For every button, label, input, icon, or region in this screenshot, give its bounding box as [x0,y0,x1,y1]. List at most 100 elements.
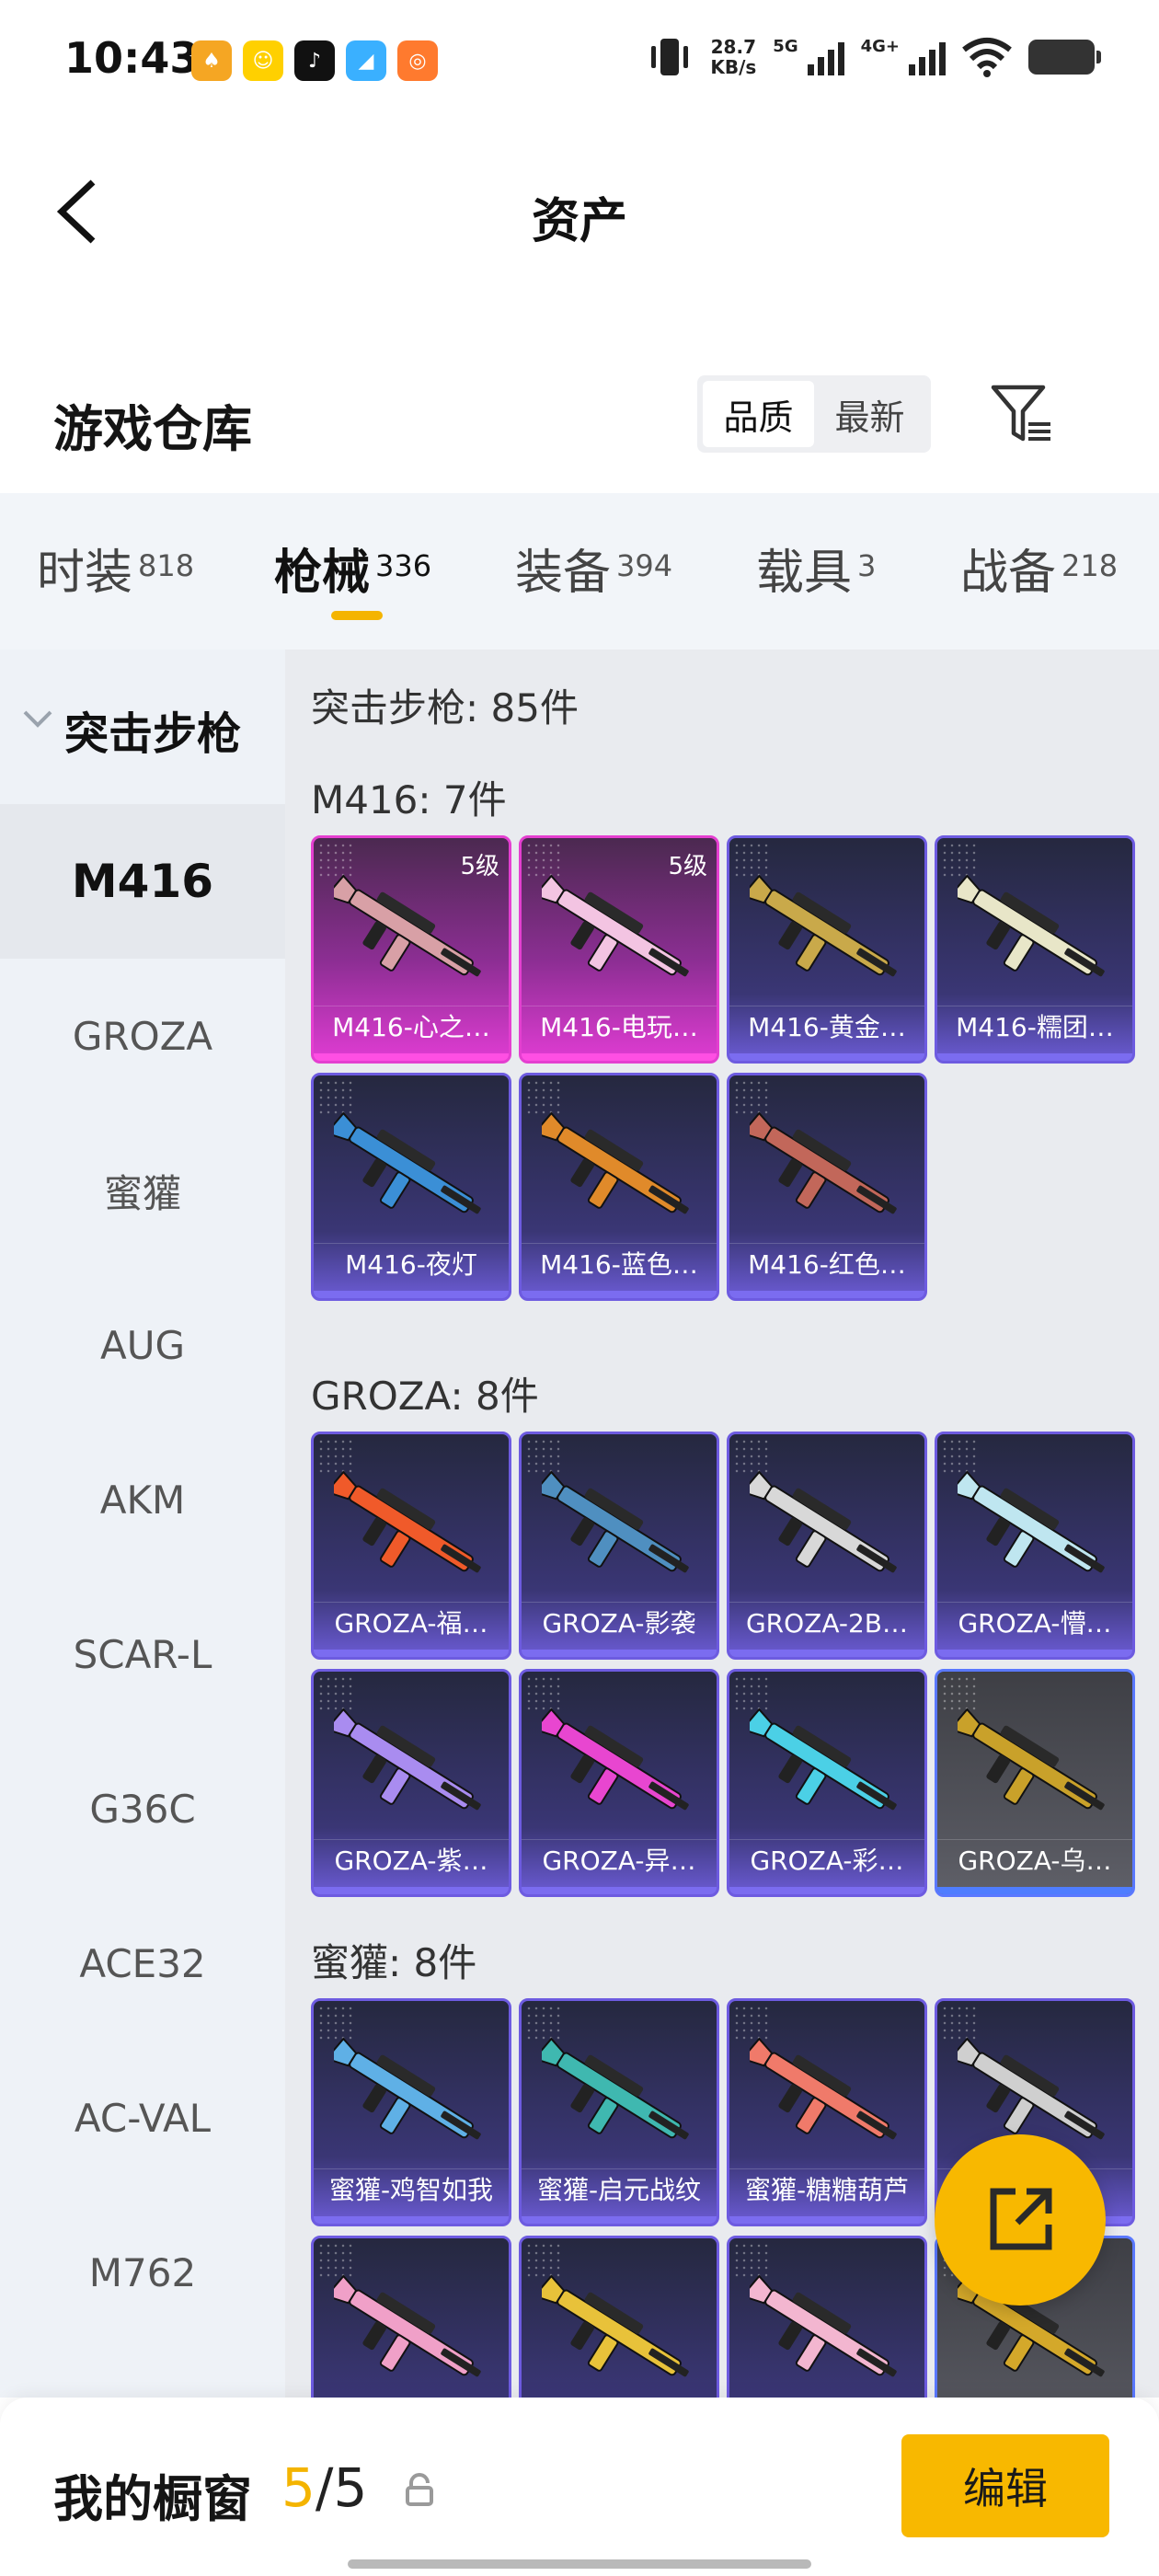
weapon-skin-icon [958,1708,1105,1811]
tab-count: 3 [857,548,877,583]
sidebar-item-akm[interactable]: AKM [0,1422,285,1577]
weapon-type-sidebar: 突击步枪 M416 GROZA 蜜獾 AUG AKM SCAR-L G36C A… [0,650,285,2398]
tab-firearms[interactable]: 枪械 336 [274,534,431,603]
app-notification-icon: ♠ [191,40,232,81]
weapon-skin-card[interactable]: 蜜獾-鸡智如我 [311,1998,511,2226]
app-notification-icon: ☺ [243,40,283,81]
weapon-skin-card[interactable]: GROZA-异… [519,1669,719,1897]
skin-name: M416-夜灯 [314,1243,509,1285]
section-title: 游戏仓库 [53,400,252,458]
skin-name: M416-蓝色… [522,1243,717,1285]
vibrate-icon [651,39,689,75]
skin-name: 蜜獾-启元战纹 [522,2168,717,2211]
status-indicators: 28.7 KB/s 5G 4G+ [646,37,1101,77]
skin-level-badge: 5级 [668,853,707,880]
page-title: 资产 [531,194,627,249]
rarity-stripe [729,2216,924,2224]
weapon-skin-card[interactable]: M416-糯团… [935,835,1135,1064]
rarity-stripe [522,2216,717,2224]
weapon-skin-icon [334,2274,481,2377]
app-notification-icon: ◢ [346,40,386,81]
lock-icon [406,2473,433,2506]
skin-name: M416-黄金… [729,1006,924,1048]
group-label: M416: 7件 [311,777,507,822]
top-nav: 资产 [0,138,1159,285]
tab-label: 战备 [960,546,1057,601]
home-indicator[interactable] [348,2559,811,2569]
share-external-icon [990,2188,1052,2250]
sort-by-newest[interactable]: 最新 [814,381,925,447]
weapon-skin-card[interactable] [727,2236,927,2398]
active-tab-indicator [331,611,383,620]
skin-name: M416-电玩… [522,1006,717,1048]
weapon-skin-card[interactable]: M416-蓝色… [519,1073,719,1301]
weapon-skin-card[interactable]: M416-夜灯 [311,1073,511,1301]
status-bar: 10:43 ♠ ☺ ♪ ◢ ◎ 28.7 KB/s 5G 4G+ [0,0,1159,120]
rarity-stripe [729,1650,924,1657]
rarity-stripe [522,1887,717,1894]
weapon-skin-icon [334,1111,481,1214]
weapon-skin-card[interactable]: 蜜獾-糖糖葫芦 [727,1998,927,2226]
skin-name: GROZA-彩… [729,1839,924,1881]
rarity-stripe [522,1053,717,1061]
rarity-stripe [729,1053,924,1061]
category-summary: 突击步枪: 85件 [311,685,579,730]
weapon-skin-card[interactable]: 5级 M416-电玩… [519,835,719,1064]
weapon-skin-card[interactable] [519,2236,719,2398]
skin-name: GROZA-2B… [729,1602,924,1644]
weapon-skin-card[interactable]: GROZA-影袭 [519,1432,719,1660]
weapon-skin-card[interactable]: GROZA-紫… [311,1669,511,1897]
weapon-skin-icon [750,2274,897,2377]
weapon-skin-card[interactable]: GROZA-乌… [935,1669,1135,1897]
rarity-stripe [314,1053,509,1061]
rarity-stripe [937,1887,1132,1894]
weapon-skin-icon [542,2037,689,2140]
tab-equipment[interactable]: 装备 394 [515,534,672,603]
battery-icon [1028,40,1101,75]
weapon-skin-icon [334,2037,481,2140]
sidebar-category-header[interactable]: 突击步枪 [0,650,285,804]
weapon-skin-card[interactable] [311,2236,511,2398]
group-label: 蜜獾: 8件 [311,1940,477,1985]
group-label: GROZA: 8件 [311,1374,539,1419]
wifi-icon [962,38,1012,77]
sidebar-item-ac-val[interactable]: AC-VAL [0,2041,285,2195]
sidebar-category-label: 突击步枪 [64,708,242,760]
weapon-skin-card[interactable]: GROZA-懵… [935,1432,1135,1660]
share-fab[interactable] [935,2134,1106,2306]
showcase-count-separator: / [315,2456,334,2519]
sidebar-item-m762[interactable]: M762 [0,2195,285,2350]
sidebar-item-scar-l[interactable]: SCAR-L [0,1577,285,1731]
weapon-skin-card[interactable]: GROZA-2B… [727,1432,927,1660]
sidebar-item-ace32[interactable]: ACE32 [0,1886,285,2041]
weapon-skin-icon [750,1470,897,1573]
rarity-stripe [937,1650,1132,1657]
weapon-skin-card[interactable]: GROZA-福… [311,1432,511,1660]
filter-icon [991,385,1050,442]
sidebar-item-m416[interactable]: M416 [0,804,285,959]
sort-by-quality[interactable]: 品质 [703,381,814,447]
weapon-skin-card[interactable]: 蜜獾-启元战纹 [519,1998,719,2226]
sidebar-item-honey-badger[interactable]: 蜜獾 [0,1113,285,1268]
edit-button[interactable]: 编辑 [901,2434,1109,2537]
showcase-count-current: 5 [281,2456,316,2519]
tab-vehicles[interactable]: 载具 3 [756,534,876,603]
weapon-skin-card[interactable]: 5级 M416-心之… [311,835,511,1064]
showcase-count-total: 5 [333,2456,368,2519]
sidebar-item-g36c[interactable]: G36C [0,1731,285,1886]
weapon-skin-icon [958,874,1105,977]
status-time: 10:43 [64,33,200,83]
app-notification-icon: ◎ [397,40,438,81]
filter-button[interactable] [984,375,1061,453]
weapon-skin-icon [750,874,897,977]
weapon-skin-card[interactable]: M416-黄金… [727,835,927,1064]
tab-costume[interactable]: 时装 818 [37,534,194,603]
weapon-skin-card[interactable]: M416-红色… [727,1073,927,1301]
net-speed-unit: KB/s [710,56,757,78]
weapon-skin-icon [750,2037,897,2140]
tab-supplies[interactable]: 战备 218 [960,534,1118,603]
weapon-skin-card[interactable]: GROZA-彩… [727,1669,927,1897]
sidebar-item-groza[interactable]: GROZA [0,959,285,1113]
sidebar-item-aug[interactable]: AUG [0,1268,285,1422]
net-speed: 28.7 KB/s [710,37,756,77]
